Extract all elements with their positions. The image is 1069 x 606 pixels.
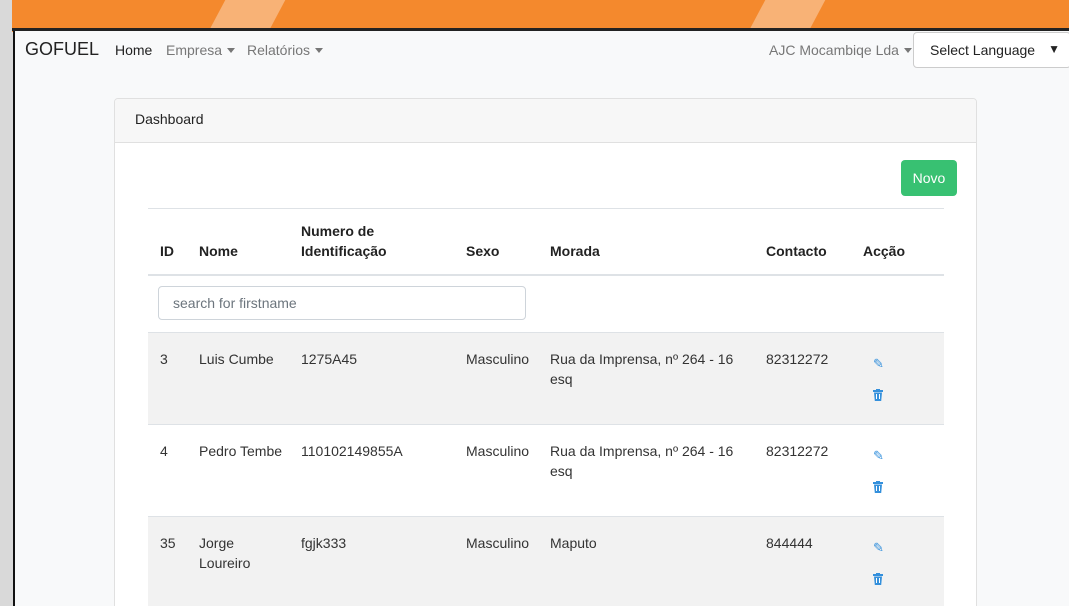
nav-empresa-label: Empresa <box>166 42 223 58</box>
header-bottom-border <box>148 274 944 276</box>
table-row: 4 Pedro Tembe 110102149855A Masculino Ru… <box>148 424 944 516</box>
cell-numero: 110102149855A <box>301 443 403 459</box>
dashboard-card: Dashboard Novo ID Nome Numero de Identif… <box>114 98 977 606</box>
col-header-morada: Morada <box>550 243 600 259</box>
col-header-accao: Acção <box>863 243 906 259</box>
col-header-sexo: Sexo <box>466 243 500 259</box>
table-top-border <box>148 208 944 209</box>
table-row: 35 Jorge Loureiro fgjk333 Masculino Mapu… <box>148 516 944 606</box>
pencil-icon[interactable]: ✎ <box>873 448 884 464</box>
language-select-value: Select Language <box>930 42 1036 58</box>
col-header-nome: Nome <box>199 243 238 259</box>
cell-numero: 1275A45 <box>301 351 358 367</box>
company-label: AJC Mocambiqe Lda <box>769 42 899 58</box>
caret-down-icon <box>903 48 912 53</box>
caret-down-icon <box>315 48 324 53</box>
novo-button[interactable]: Novo <box>901 160 957 196</box>
col-header-numero-line1: Numero de <box>301 223 375 239</box>
cell-morada: Rua da Imprensa, nº 264 - 16 esq <box>550 443 734 479</box>
cell-id: 35 <box>160 535 176 551</box>
col-header-numero-line2: Identificação <box>301 243 387 259</box>
navbar: GOFUEL Home Empresa Relatórios AJC Mocam… <box>15 31 1069 75</box>
cell-contacto: 82312272 <box>766 443 829 459</box>
trash-icon[interactable] <box>873 573 883 585</box>
col-header-contacto: Contacto <box>766 243 827 259</box>
card-header: Dashboard <box>115 99 976 143</box>
cell-nome: Jorge Loureiro <box>199 535 251 571</box>
search-firstname-input[interactable] <box>158 286 526 320</box>
table-row: 3 Luis Cumbe 1275A45 Masculino Rua da Im… <box>148 332 944 424</box>
cell-morada: Maputo <box>550 535 597 551</box>
cell-morada: Rua da Imprensa, nº 264 - 16 esq <box>550 351 734 387</box>
app-window: GOFUEL Home Empresa Relatórios AJC Mocam… <box>13 31 1069 606</box>
company-dropdown[interactable]: AJC Mocambiqe Lda <box>769 42 912 58</box>
language-select[interactable]: Select Language ▼ <box>913 32 1069 68</box>
trash-icon[interactable] <box>873 389 883 401</box>
pencil-icon[interactable]: ✎ <box>873 356 884 372</box>
trash-icon[interactable] <box>873 481 883 493</box>
dropdown-arrow-icon: ▼ <box>1048 42 1060 56</box>
nav-empresa-dropdown[interactable]: Empresa <box>166 42 236 58</box>
nav-relatorios-label: Relatórios <box>247 42 311 58</box>
pencil-icon[interactable]: ✎ <box>873 540 884 556</box>
nav-relatorios-dropdown[interactable]: Relatórios <box>247 42 324 58</box>
cell-nome: Pedro Tembe <box>199 443 283 459</box>
cell-id: 3 <box>160 351 168 367</box>
brand-logo[interactable]: GOFUEL <box>25 39 99 60</box>
cell-sexo: Masculino <box>466 351 530 367</box>
caret-down-icon <box>227 48 236 53</box>
cell-numero: fgjk333 <box>301 535 347 551</box>
cell-contacto: 844444 <box>766 535 813 551</box>
col-header-id: ID <box>160 243 174 259</box>
cell-id: 4 <box>160 443 168 459</box>
cell-contacto: 82312272 <box>766 351 829 367</box>
nav-home[interactable]: Home <box>115 42 152 58</box>
cell-sexo: Masculino <box>466 443 530 459</box>
cell-nome: Luis Cumbe <box>199 351 274 367</box>
cell-sexo: Masculino <box>466 535 530 551</box>
